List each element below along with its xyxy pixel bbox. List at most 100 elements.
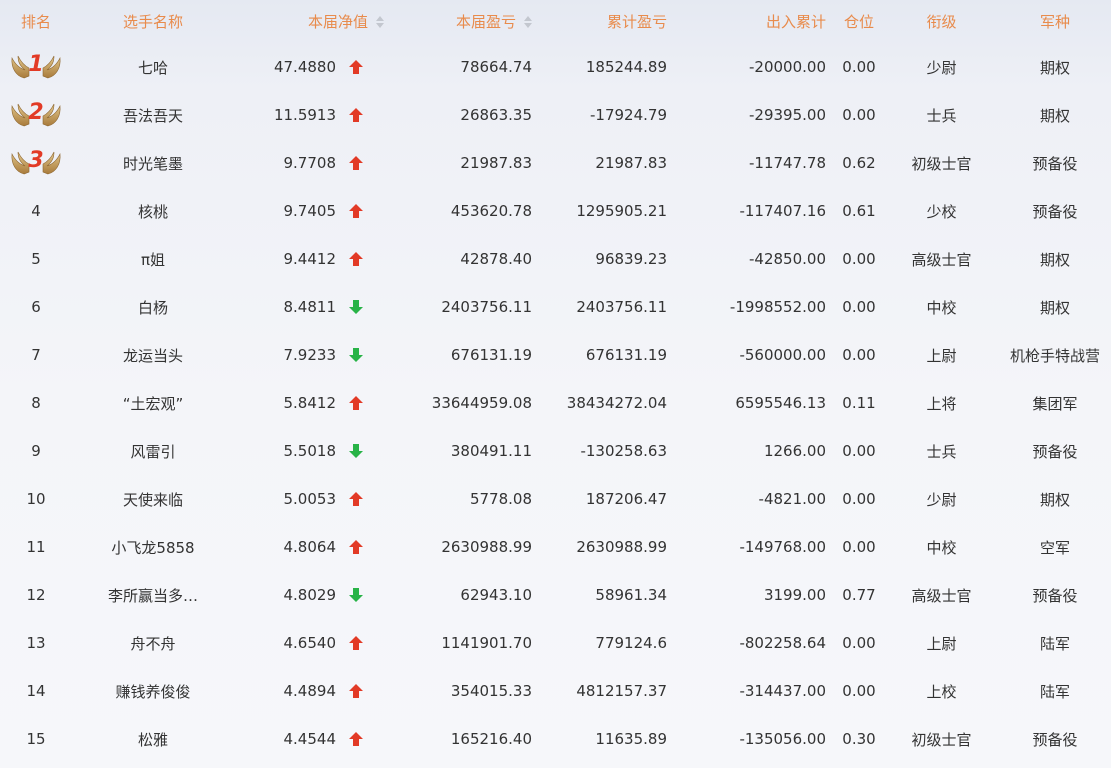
rank-number: 10 — [26, 490, 46, 508]
rank-cell: 10 — [0, 475, 72, 523]
player-name-cell[interactable]: 白杨 — [72, 283, 234, 331]
header-nav-sortable[interactable]: 本届净值 — [234, 0, 384, 43]
header-title: 衔级 — [926, 13, 957, 31]
position-cell: 0.77 — [834, 571, 884, 619]
position-cell: 0.00 — [834, 331, 884, 379]
total-profit-value: 187206.47 — [585, 490, 667, 508]
table-row[interactable]: 4 核桃 9.7405 453620.78 1295905.21 -117407.16 0.… — [0, 187, 1111, 235]
player-name[interactable]: 时光笔墨 — [123, 155, 183, 173]
player-name-cell[interactable]: 时光笔墨 — [72, 139, 234, 187]
header-profit-sortable[interactable]: 本届盈亏 — [384, 0, 532, 43]
position-value: 0.00 — [842, 634, 876, 652]
branch-value: 预备役 — [1032, 154, 1078, 173]
position-cell: 0.30 — [834, 715, 884, 763]
io-total-cell: -42850.00 — [681, 235, 834, 283]
io-total-value: 6595546.13 — [735, 394, 826, 412]
table-row[interactable]: 15 松雅 4.4544 165216.40 11635.89 -135056.00 0.3… — [0, 715, 1111, 763]
rank-title: 高级士官 — [911, 586, 972, 605]
arrow-up-icon — [348, 251, 364, 267]
arrow-down-icon — [348, 347, 364, 363]
player-name-cell[interactable]: 小飞龙5858 — [72, 523, 234, 571]
table-row[interactable]: 1 七哈 47.4880 78664.74 185244.89 -20000.00 0.00… — [0, 43, 1111, 91]
nav-cell: 9.7405 — [234, 187, 384, 235]
player-name-cell[interactable]: 赚钱养俊俊 — [72, 667, 234, 715]
profit-cell: 380491.11 — [384, 427, 532, 475]
table-row[interactable]: 7 龙运当头 7.9233 676131.19 676131.19 -560000.00 0… — [0, 331, 1111, 379]
title-cell: 初级士官 — [884, 715, 999, 763]
player-name[interactable]: “土宏观” — [123, 395, 184, 413]
io-total-cell: 3199.00 — [681, 571, 834, 619]
profit-cell: 42878.40 — [384, 235, 532, 283]
table-row[interactable]: 3 时光笔墨 9.7708 21987.83 21987.83 -11747.78 0.62… — [0, 139, 1111, 187]
table-row[interactable]: 5 π姐 9.4412 42878.40 96839.23 -42850.00 0.00 高级… — [0, 235, 1111, 283]
player-name[interactable]: 龙运当头 — [123, 347, 183, 365]
branch-value: 陆军 — [1039, 682, 1070, 701]
rank-title: 上校 — [926, 682, 957, 701]
table-row[interactable]: 10 天使来临 5.0053 5778.08 187206.47 -4821.00 0.00… — [0, 475, 1111, 523]
player-name-cell[interactable]: π姐 — [72, 235, 234, 283]
total-profit-value: 4812157.37 — [576, 682, 667, 700]
player-name[interactable]: 七哈 — [138, 59, 168, 77]
player-name[interactable]: 风雷引 — [130, 443, 175, 461]
profit-value: 676131.19 — [450, 346, 532, 364]
rank-cell: 4 — [0, 187, 72, 235]
player-name-cell[interactable]: “土宏观” — [72, 379, 234, 427]
player-name-cell[interactable]: 吾法吾天 — [72, 91, 234, 139]
table-row[interactable]: 6 白杨 8.4811 2403756.11 2403756.11 -1998552.00… — [0, 283, 1111, 331]
position-value: 0.00 — [842, 682, 876, 700]
player-name[interactable]: 天使来临 — [123, 491, 183, 509]
io-total-cell: 6595546.13 — [681, 379, 834, 427]
io-total-value: -20000.00 — [749, 58, 826, 76]
total-profit-value: 779124.6 — [595, 634, 667, 652]
player-name[interactable]: 核桃 — [138, 203, 168, 221]
player-name-cell[interactable]: 核桃 — [72, 187, 234, 235]
total-profit-value: 2630988.99 — [576, 538, 667, 556]
profit-value: 33644959.08 — [431, 394, 532, 412]
ranking-table: 排名 选手名称 本届净值 本届盈亏 累计盈亏 出入累计 仓位 衔级 军种 1 七哈… — [0, 0, 1111, 763]
player-name-cell[interactable]: 舟不舟 — [72, 619, 234, 667]
table-row[interactable]: 14 赚钱养俊俊 4.4894 354015.33 4812157.37 -314437.… — [0, 667, 1111, 715]
table-row[interactable]: 12 李所赢当多… 4.8029 62943.10 58961.34 3199.00 0.7… — [0, 571, 1111, 619]
position-value: 0.00 — [842, 250, 876, 268]
total-profit-value: 676131.19 — [585, 346, 667, 364]
position-value: 0.00 — [842, 298, 876, 316]
table-row[interactable]: 9 风雷引 5.5018 380491.11 -130258.63 1266.00 0.00… — [0, 427, 1111, 475]
table-row[interactable]: 2 吾法吾天 11.5913 26863.35 -17924.79 -29395.00 0.… — [0, 91, 1111, 139]
position-value: 0.00 — [842, 106, 876, 124]
table-row[interactable]: 13 舟不舟 4.6540 1141901.70 779124.6 -802258.64 0… — [0, 619, 1111, 667]
profit-cell: 5778.08 — [384, 475, 532, 523]
table-row[interactable]: 11 小飞龙5858 4.8064 2630988.99 2630988.99 -1497… — [0, 523, 1111, 571]
sort-icon[interactable] — [376, 16, 384, 28]
player-name-cell[interactable]: 七哈 — [72, 43, 234, 91]
player-name-cell[interactable]: 天使来临 — [72, 475, 234, 523]
player-name-cell[interactable]: 龙运当头 — [72, 331, 234, 379]
profit-cell: 26863.35 — [384, 91, 532, 139]
sort-icon[interactable] — [524, 16, 532, 28]
total-profit-cell: 187206.47 — [532, 475, 681, 523]
player-name[interactable]: 小飞龙5858 — [111, 539, 194, 557]
branch-value: 期权 — [1039, 490, 1070, 509]
player-name[interactable]: 舟不舟 — [130, 635, 175, 653]
total-profit-cell: -17924.79 — [532, 91, 681, 139]
player-name[interactable]: π姐 — [141, 251, 165, 269]
profit-value: 165216.40 — [450, 730, 532, 748]
profit-cell: 676131.19 — [384, 331, 532, 379]
total-profit-cell: 185244.89 — [532, 43, 681, 91]
title-cell: 士兵 — [884, 91, 999, 139]
rank-number: 4 — [31, 202, 41, 220]
branch-value: 陆军 — [1039, 634, 1070, 653]
io-total-cell: -802258.64 — [681, 619, 834, 667]
player-name[interactable]: 赚钱养俊俊 — [115, 683, 190, 701]
branch-cell: 陆军 — [999, 619, 1111, 667]
player-name[interactable]: 松雅 — [138, 731, 168, 749]
player-name[interactable]: 吾法吾天 — [123, 107, 183, 125]
io-total-value: -11747.78 — [749, 154, 826, 172]
position-cell: 0.00 — [834, 235, 884, 283]
nav-value: 47.4880 — [273, 58, 336, 76]
player-name-cell[interactable]: 松雅 — [72, 715, 234, 763]
player-name-cell[interactable]: 风雷引 — [72, 427, 234, 475]
player-name[interactable]: 白杨 — [138, 299, 168, 317]
table-row[interactable]: 8 “土宏观” 5.8412 33644959.08 38434272.04 659554… — [0, 379, 1111, 427]
player-name-cell[interactable]: 李所赢当多… — [72, 571, 234, 619]
player-name[interactable]: 李所赢当多… — [108, 587, 198, 605]
